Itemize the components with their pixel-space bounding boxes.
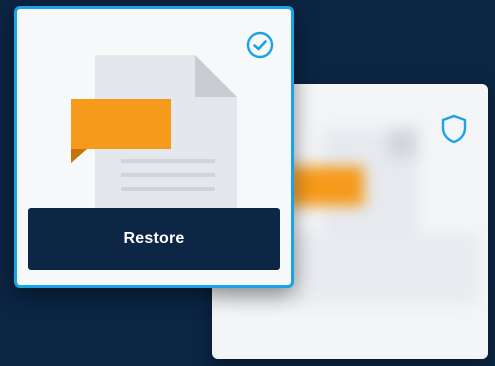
check-circle-icon xyxy=(246,31,274,59)
document-fold xyxy=(195,55,237,97)
restore-file-card: Restore xyxy=(14,6,294,288)
document-line xyxy=(121,159,215,163)
orange-flag-tail xyxy=(71,149,87,163)
document-illustration xyxy=(71,55,237,213)
document-line xyxy=(121,173,215,177)
orange-flag xyxy=(71,99,171,149)
shield-icon xyxy=(441,114,467,144)
blurred-flag xyxy=(288,166,364,206)
illustration-stage: Restore xyxy=(0,0,495,366)
document-line xyxy=(121,187,215,191)
blurred-document-fold xyxy=(388,128,418,158)
restore-button[interactable]: Restore xyxy=(28,208,280,270)
